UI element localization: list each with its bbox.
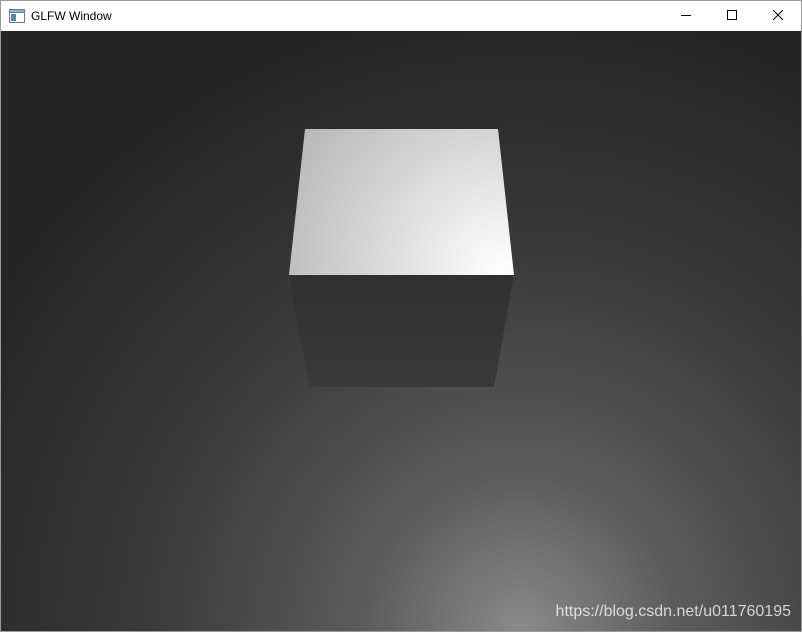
cube-top-face — [289, 129, 514, 275]
maximize-icon — [727, 9, 737, 23]
close-button[interactable] — [755, 1, 801, 31]
glfw-window: GLFW Window https://blog.csdn.net/u01176… — [0, 0, 802, 632]
minimize-icon — [681, 9, 691, 23]
close-icon — [772, 9, 784, 23]
scene-canvas — [1, 31, 801, 631]
minimize-button[interactable] — [663, 1, 709, 31]
app-window-icon — [9, 9, 25, 23]
watermark-text: https://blog.csdn.net/u011760195 — [555, 603, 791, 620]
cube-front-face — [289, 275, 514, 387]
window-title: GLFW Window — [31, 9, 112, 23]
title-bar[interactable]: GLFW Window — [1, 1, 801, 31]
maximize-button[interactable] — [709, 1, 755, 31]
render-viewport[interactable]: https://blog.csdn.net/u011760195 — [1, 31, 801, 631]
